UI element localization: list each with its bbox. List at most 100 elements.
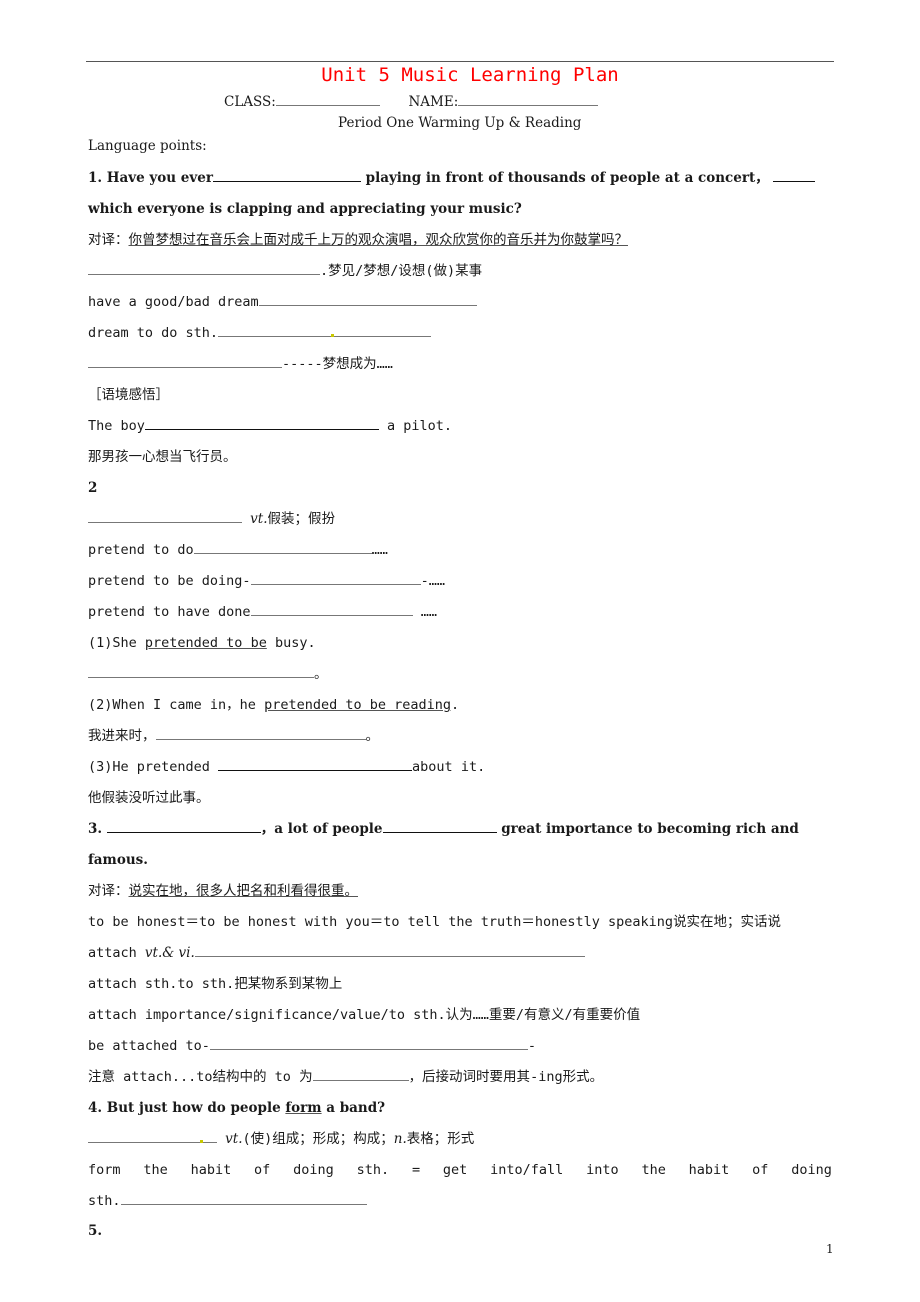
ellipsis: …… <box>412 604 437 620</box>
q2-translation-blank-2[interactable] <box>155 727 366 740</box>
q3-sentence-line2: famous. <box>88 852 148 868</box>
word: doing <box>293 1162 334 1178</box>
q2-phrase-1: pretend to do …… <box>88 541 388 559</box>
q2-example-3-blank[interactable] <box>218 758 413 771</box>
class-label: CLASS: <box>224 94 276 110</box>
class-field[interactable] <box>275 93 380 106</box>
meaning-text: (使)组成；形成；构成； <box>242 1131 394 1147</box>
q3-note-blank[interactable] <box>312 1068 409 1081</box>
q2-phrase-3-blank[interactable] <box>250 603 413 616</box>
q1-phrase-3: -----梦想成为…… <box>88 355 393 373</box>
q3-note: 注意 attach...to结构中的 to 为 ，后接动词时要用其-ing形式。 <box>88 1068 603 1086</box>
q2-phrase-1-blank[interactable] <box>193 541 372 554</box>
note-text: 结构中的 <box>212 1069 267 1085</box>
q3-translation: 对译：说实在地，很多人把名和利看得很重。 <box>88 882 358 900</box>
class-name-row: CLASS: NAME: <box>224 93 599 111</box>
name-field[interactable] <box>458 93 599 106</box>
phrase-meaning: 认为……重要/有意义/有重要价值 <box>445 1007 641 1023</box>
q1-text-b: playing in front of thousands of people … <box>360 170 769 186</box>
phrase-text: pretend to do <box>88 542 194 558</box>
example-text: (2)When I came in，he <box>88 697 265 713</box>
name-label: NAME: <box>408 94 459 110</box>
q4-meaning-row: vt.(使)组成；形成；构成；n.表格；形式 <box>88 1130 474 1148</box>
word: sth. <box>356 1162 390 1178</box>
example-text: The boy <box>88 418 145 434</box>
pos-label: n. <box>393 1131 407 1147</box>
q1-translation: 对译：你曾梦想过在音乐会上面对成千上万的观众演唱，观众欣赏你的音乐并为你鼓掌吗？ <box>88 231 628 249</box>
phrase-text: attach importance/significance/value/to … <box>88 1007 446 1023</box>
q2-phrase-2-blank[interactable] <box>250 572 421 585</box>
q2-example-2: (2)When I came in，he pretended to be rea… <box>88 696 459 714</box>
q3-attach-phrase-2: attach importance/significance/value/to … <box>88 1006 640 1024</box>
word: habit <box>190 1162 232 1178</box>
example-text: (1)She <box>88 635 145 651</box>
q4-habit-row: form the habit of doing sth. = get into/… <box>88 1161 832 1179</box>
q2-translation-blank-1[interactable] <box>88 665 314 678</box>
q3-text-c: great importance to becoming rich and <box>496 821 799 837</box>
q4-habit-row-2: sth. <box>88 1192 367 1210</box>
q2-number: 2 <box>88 480 98 496</box>
phrase-text: pretend to be doing- <box>88 573 251 589</box>
underlined-word: form <box>285 1100 322 1116</box>
example-text: . <box>451 697 460 713</box>
word: habit <box>688 1162 730 1178</box>
word: into <box>586 1162 619 1178</box>
q1-blank-2[interactable] <box>773 169 816 182</box>
page-number: 1 <box>826 1242 834 1256</box>
q2-example-1: (1)She pretended to be busy. <box>88 634 316 652</box>
q3-attach-phrase-3: be attached to- - <box>88 1037 536 1055</box>
q1-phrase-2-blank-b[interactable] <box>334 324 432 337</box>
q4-text-a: 4. But just how do people <box>88 1100 286 1116</box>
q2-phrase-3: pretend to have done …… <box>88 603 437 621</box>
translation-label: 对译： <box>88 883 129 899</box>
period-mark: 。 <box>365 728 380 744</box>
q5-number: 5. <box>88 1223 103 1239</box>
q3-text-a: 3. <box>88 821 107 837</box>
q3-honest-row: to be honest＝to be honest with you＝to te… <box>88 913 781 931</box>
q1-phrase-blank[interactable] <box>88 262 320 275</box>
q1-phrase-1-blank[interactable] <box>258 293 477 306</box>
word: sth. <box>88 1193 121 1209</box>
note-text: -ing <box>530 1069 563 1085</box>
q2-meaning: 假装；假扮 <box>267 511 335 527</box>
q2-word-blank[interactable] <box>88 510 242 523</box>
q4-sentence: 4. But just how do people form a band? <box>88 1099 385 1117</box>
q3-blank-2[interactable] <box>382 820 497 833</box>
q4-word-blank-b[interactable] <box>203 1130 217 1143</box>
q1-meaning: .梦见/梦想/设想(做)某事 <box>320 263 483 279</box>
dash: - <box>527 1038 537 1054</box>
q2-phrase-2: pretend to be doing- -…… <box>88 572 445 590</box>
q1-example-translation: 那男孩一心想当飞行员。 <box>88 449 237 465</box>
q3-attach-blank[interactable] <box>194 944 585 957</box>
translation-text: 我进来时， <box>88 728 156 744</box>
phrase-text: attach sth.to sth. <box>88 976 235 992</box>
q1-example-blank[interactable] <box>144 417 379 430</box>
q4-habit-blank[interactable] <box>120 1192 367 1205</box>
q4-text-b: a band? <box>321 1100 386 1116</box>
q1-blank-1[interactable] <box>212 169 361 182</box>
q1-phrase-1: have a good/bad dream <box>88 293 477 311</box>
top-rule <box>86 61 834 62</box>
q3-text-b: ，a lot of people <box>260 821 383 837</box>
example-text: a pilot. <box>378 418 453 434</box>
q3-blank-1[interactable] <box>106 820 261 833</box>
word: get <box>442 1162 468 1178</box>
q4-word-blank-a[interactable] <box>88 1130 200 1143</box>
phrase-text: pretend to have done <box>88 604 251 620</box>
q1-example: The boy a pilot. <box>88 417 452 435</box>
note-text: 形式。 <box>562 1069 604 1085</box>
example-text: busy. <box>266 635 316 651</box>
q2-example-3-translation: 他假装没听过此事。 <box>88 790 210 806</box>
q1-sentence-line2: which everyone is clapping and appreciat… <box>88 201 522 217</box>
translation-text: 说实在地，很多人把名和利看得很重。 <box>128 883 359 899</box>
q3-attached-blank[interactable] <box>209 1037 528 1050</box>
pos-label: vt. <box>250 511 268 527</box>
q3-attach-phrase-1: attach sth.to sth.把某物系到某物上 <box>88 975 342 993</box>
ellipsis: -…… <box>420 573 445 589</box>
word: = <box>411 1162 421 1178</box>
q2-example-2-translation: 我进来时， 。 <box>88 727 379 745</box>
period-subtitle: Period One Warming Up & Reading <box>338 115 582 131</box>
q1-phrase-3-blank[interactable] <box>88 355 282 368</box>
pos-label: vt.& vi. <box>144 945 195 961</box>
q1-phrase-2-blank-a[interactable] <box>218 324 332 337</box>
